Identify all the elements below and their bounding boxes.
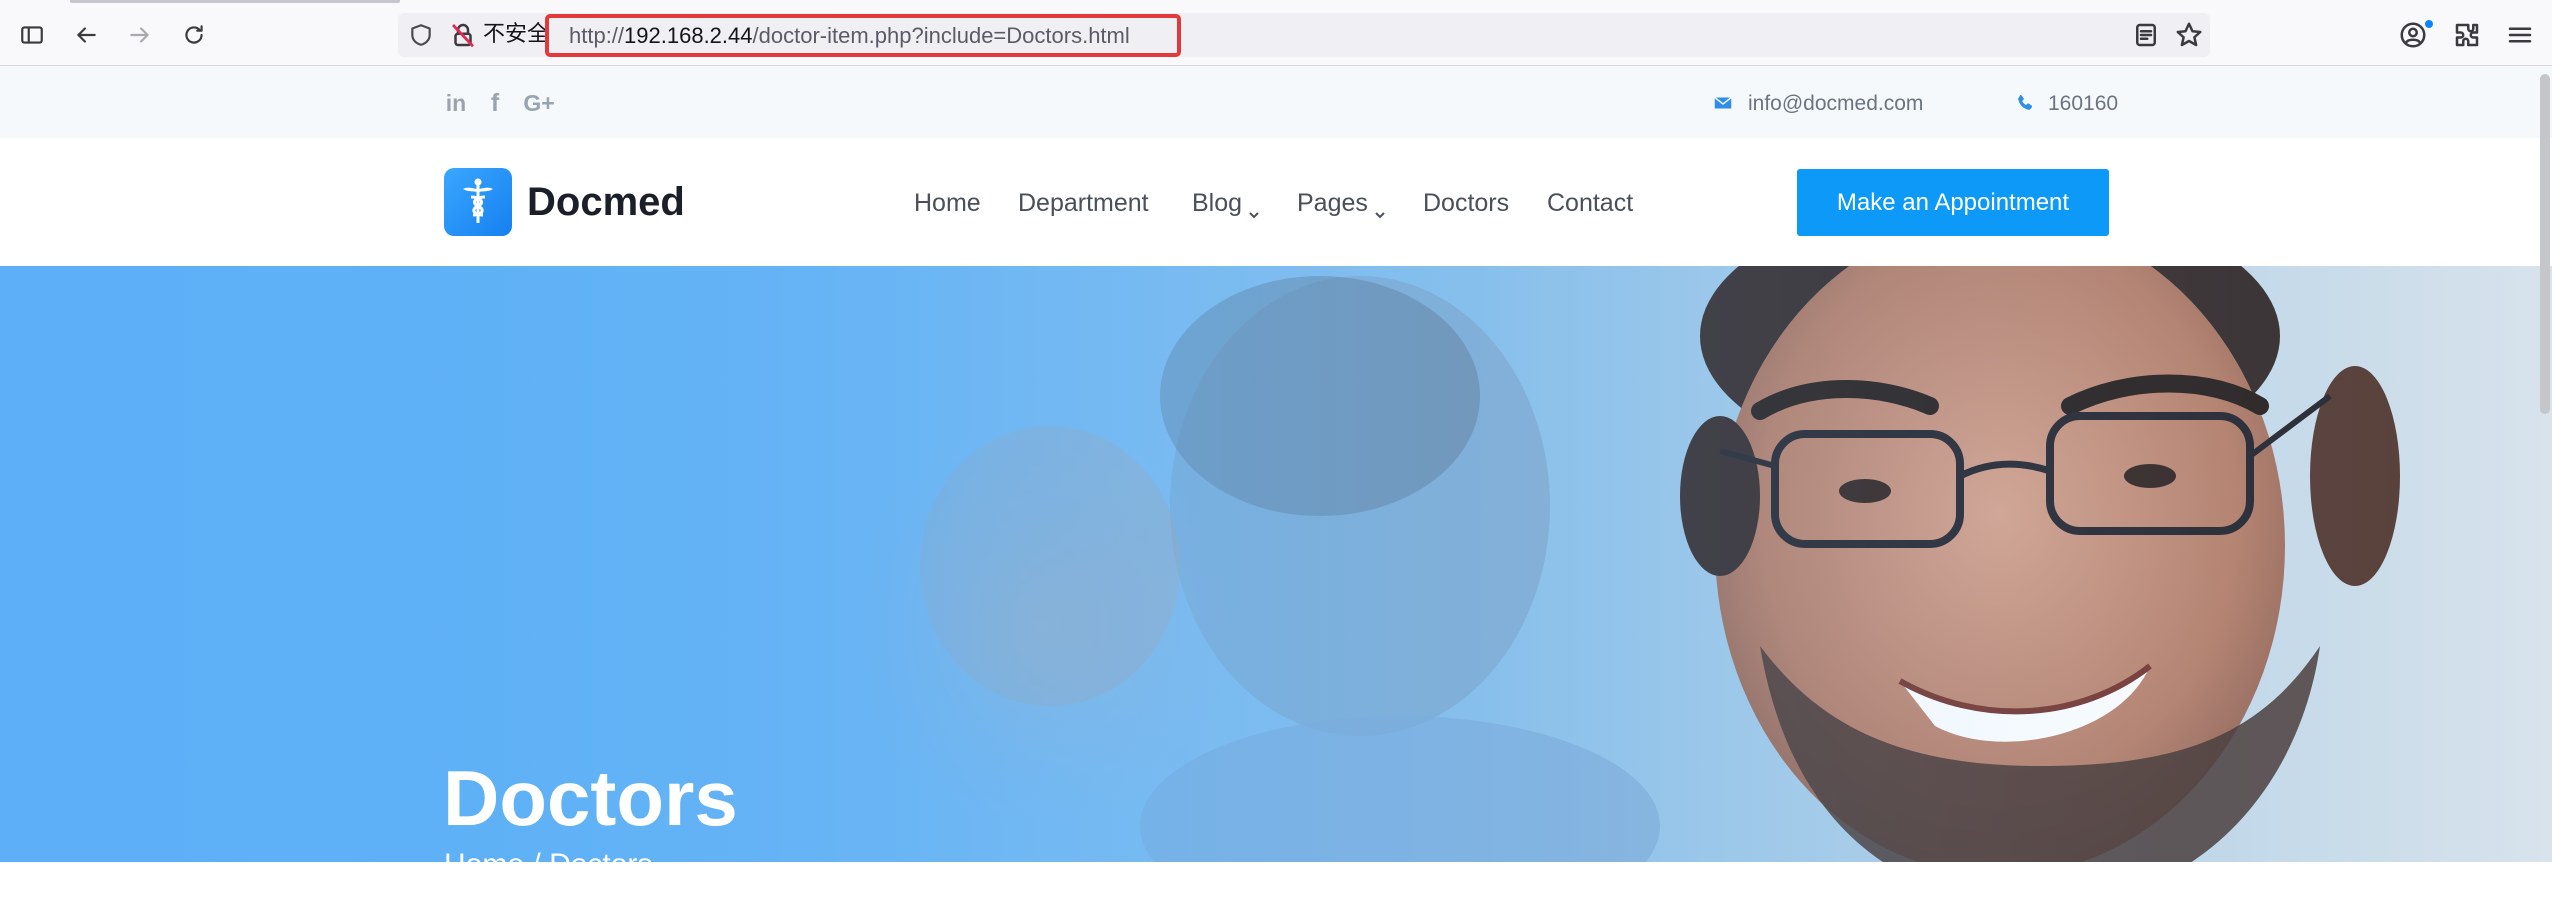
page-scrollbar[interactable] [2540,74,2550,414]
menu-icon[interactable] [2505,20,2535,50]
hero-banner: Doctors Home / Doctors [0,266,2552,862]
url-host: 192.168.2.44 [624,22,753,48]
nav-item-department[interactable]: Department [1018,187,1149,219]
nav-item-label: Doctors [1423,189,1510,217]
back-icon[interactable] [66,15,106,55]
linkedin-icon[interactable]: in [442,88,470,118]
security-label[interactable]: 不安全 [483,20,549,50]
breadcrumb-home-link[interactable]: Home [444,848,524,862]
account-icon[interactable] [2398,20,2428,50]
url-path: /doctor-item.php?include=Doctors.html [752,22,1130,48]
facebook-icon[interactable]: f [486,88,504,118]
page-content-start [0,862,2552,915]
brand-name[interactable]: Docmed [527,176,685,228]
forward-icon[interactable] [120,15,160,55]
bookmark-star-icon[interactable] [2174,20,2204,50]
top-info-bar [0,66,2552,138]
nav-item-doctors[interactable]: Doctors [1423,187,1509,219]
nav-item-home[interactable]: Home [914,187,981,219]
nav-item-label: Blog [1192,189,1243,217]
shield-icon[interactable] [408,22,434,48]
extensions-icon[interactable] [2452,20,2482,50]
nav-item-blog[interactable]: Blog [1192,187,1260,219]
page-title: Doctors [443,754,738,842]
make-appointment-button[interactable]: Make an Appointment [1797,169,2109,236]
envelope-icon [1712,92,1734,114]
phone-icon [2014,92,2036,114]
account-notification-dot [2425,20,2433,28]
breadcrumb-current: Doctors [549,848,652,862]
chevron-down-icon [1374,197,1386,219]
brand-logo-icon[interactable] [444,168,512,236]
contact-phone[interactable]: 160160 [2048,91,2118,117]
nav-item-label: Contact [1547,189,1634,217]
insecure-lock-icon[interactable] [448,20,478,50]
nav-item-pages[interactable]: Pages [1297,187,1386,219]
breadcrumb-separator: / [532,848,540,862]
url-field[interactable]: http://192.168.2.44/doctor-item.php?incl… [545,14,1181,57]
url-prefix: http:// [569,22,625,48]
reload-icon[interactable] [174,15,214,55]
nav-item-label: Pages [1297,189,1368,217]
hero-background-image [0,266,2552,862]
chevron-down-icon [1248,197,1260,219]
reader-view-icon[interactable] [2131,20,2161,50]
main-navbar [0,138,2552,266]
nav-item-contact[interactable]: Contact [1547,187,1633,219]
contact-email[interactable]: info@docmed.com [1748,91,1923,117]
nav-item-label: Home [914,189,981,217]
breadcrumb: Home / Doctors [444,846,652,862]
google-plus-icon[interactable]: G+ [522,88,556,118]
sidebar-icon[interactable] [12,15,52,55]
nav-item-label: Department [1018,189,1149,217]
active-tab-indicator [70,0,400,3]
